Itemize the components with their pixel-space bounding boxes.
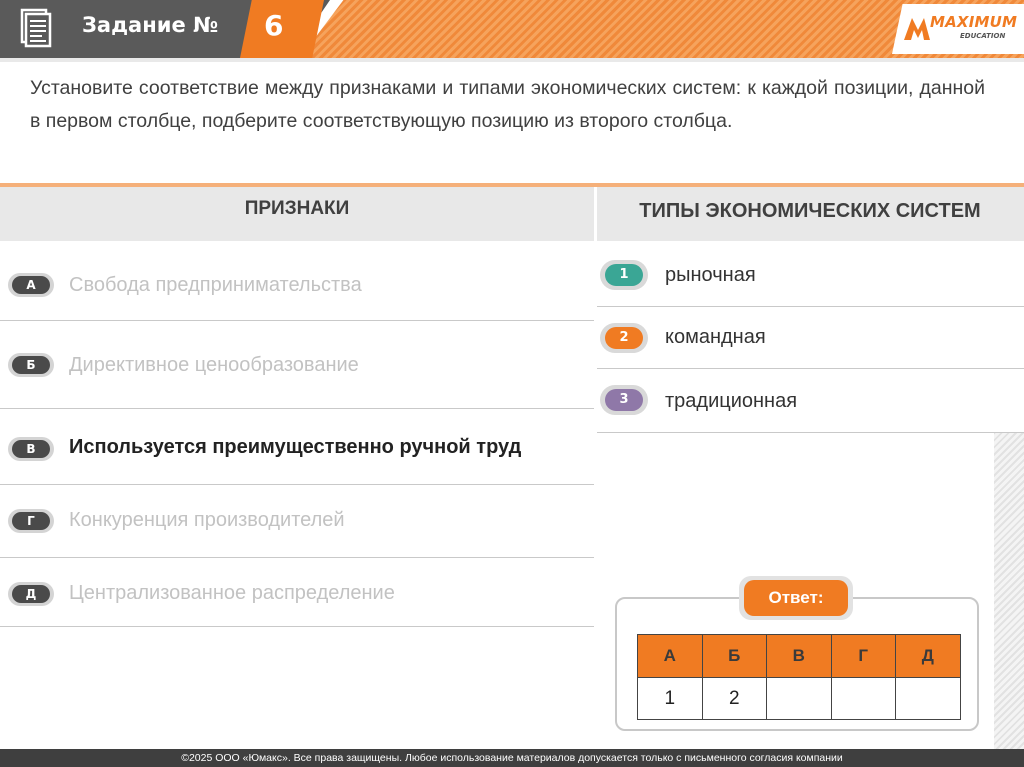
answer-header-cell: Д (895, 634, 961, 678)
type-item-traditional[interactable]: традиционная (665, 390, 797, 413)
answer-cell-a[interactable]: 1 (637, 677, 703, 720)
answer-table: А Б В Г Д 1 2 (637, 634, 961, 720)
feature-badge: В (8, 437, 54, 461)
feature-item-d[interactable]: Централизованное распределение (69, 582, 395, 605)
feature-badge: А (8, 273, 54, 297)
answer-cell-d[interactable] (895, 677, 961, 720)
feature-item-a[interactable]: Свобода предпринимательства (69, 274, 362, 297)
answer-header-cell: Г (830, 634, 896, 678)
feature-letter: Б (12, 356, 50, 374)
question-text: Установите соответствие между признаками… (30, 77, 985, 132)
answer-header-row: А Б В Г Д (637, 634, 961, 678)
row-divider (0, 408, 594, 409)
row-divider (597, 306, 1024, 307)
features-column (0, 241, 594, 749)
answer-label: Ответ: (744, 580, 848, 616)
feature-letter: В (12, 440, 50, 458)
feature-item-v[interactable]: Используется преимущественно ручной труд (69, 436, 521, 459)
decorative-stripe (994, 432, 1024, 749)
row-divider (0, 484, 594, 485)
types-column-title: ТИПЫ ЭКОНОМИЧЕСКИХ СИСТЕМ (639, 200, 981, 222)
answer-header-cell: В (766, 634, 832, 678)
type-badge: 2 (600, 323, 648, 353)
column-divider (594, 187, 597, 241)
footer-copyright: ©2025 ООО «Юмакс». Все права защищены. Л… (0, 749, 1024, 767)
features-column-title: ПРИЗНАКИ (244, 198, 350, 219)
answer-header-cell: А (637, 634, 703, 678)
document-icon (20, 8, 52, 48)
logo-subtext: EDUCATION (960, 32, 1006, 40)
answer-cell-b[interactable]: 2 (701, 677, 767, 720)
row-divider (0, 320, 594, 321)
type-number: 1 (605, 264, 643, 286)
task-number: 6 (264, 9, 284, 42)
feature-badge: Д (8, 582, 54, 606)
answer-header-cell: Б (701, 634, 767, 678)
feature-badge: Б (8, 353, 54, 377)
header-divider (0, 58, 1024, 62)
feature-letter: Д (12, 585, 50, 603)
type-badge: 1 (600, 260, 648, 290)
logo-text: MAXIMUM (930, 13, 1018, 31)
type-number: 3 (605, 389, 643, 411)
feature-badge: Г (8, 509, 54, 533)
row-divider (597, 432, 1024, 433)
type-item-command[interactable]: командная (665, 326, 766, 349)
type-item-market[interactable]: рыночная (665, 264, 756, 287)
answer-cell-v[interactable] (766, 677, 832, 720)
answer-cell-g[interactable] (830, 677, 896, 720)
row-divider (0, 557, 594, 558)
type-number: 2 (605, 327, 643, 349)
type-badge: 3 (600, 385, 648, 415)
feature-item-g[interactable]: Конкуренция производителей (69, 509, 345, 532)
row-divider (0, 626, 594, 627)
header-bar: Задание № 6 MAXIMUM EDUCATION (0, 0, 1024, 62)
row-divider (597, 368, 1024, 369)
feature-letter: Г (12, 512, 50, 530)
answer-value-row: 1 2 (637, 677, 961, 720)
task-label: Задание № (82, 13, 219, 37)
feature-item-b[interactable]: Директивное ценообразование (69, 354, 359, 377)
feature-letter: А (12, 276, 50, 294)
